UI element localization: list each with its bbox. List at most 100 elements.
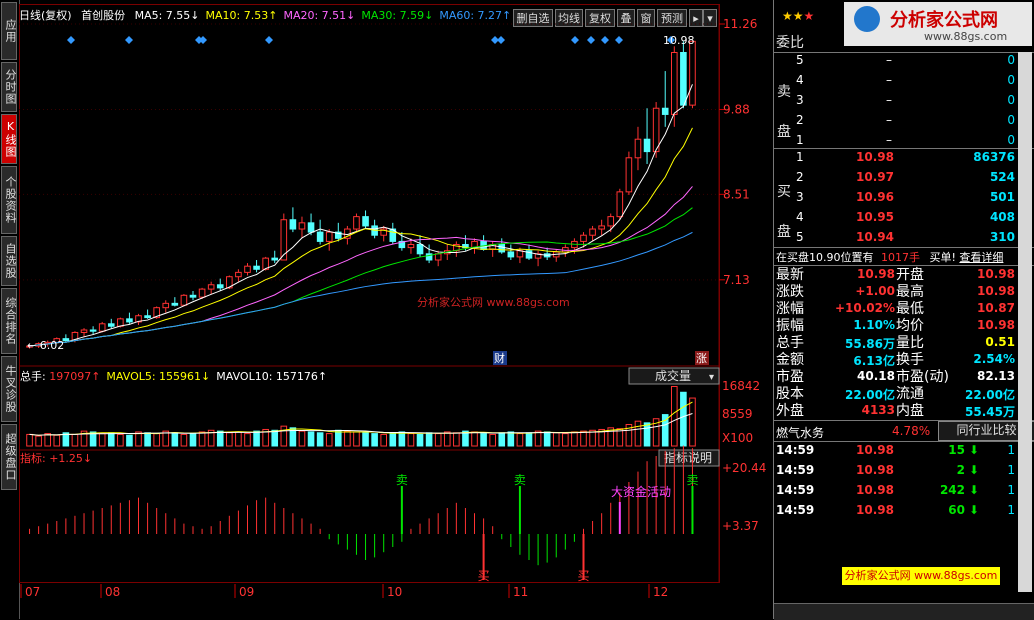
tick-count: 1 <box>1007 443 1015 457</box>
level-volume: 86376 <box>973 150 1015 164</box>
sell-level-row[interactable]: 5 – 0 <box>774 53 1034 73</box>
tab-4[interactable]: 个股资料 <box>1 166 17 234</box>
candle <box>453 241 460 257</box>
volume-bar <box>117 433 124 447</box>
tick-count: 1 <box>1007 503 1015 517</box>
volume-bar <box>670 385 678 447</box>
price-tick-label: 11.26 <box>723 17 757 31</box>
industry-row[interactable]: 燃气水务 4.78% <box>776 424 930 441</box>
stat-value: 22.00亿 <box>965 388 1015 402</box>
level-price: – <box>886 53 892 67</box>
tab-7[interactable]: 牛叉诊股 <box>1 356 17 422</box>
sell-level-row[interactable]: 3 – 0 <box>774 93 1034 113</box>
level-number: 4 <box>796 73 804 87</box>
stat-row: 股本 22.00亿 流通 22.00亿 <box>774 386 1034 403</box>
left-tab-bar: 应用分时图 K线图个股资料自选股综合排名牛叉诊股超级盘口 <box>0 0 20 619</box>
brand-url: www.88gs.com <box>924 30 1008 43</box>
volume-bar <box>98 433 106 447</box>
volume-bar <box>634 420 642 447</box>
svg-text:成交量: 成交量 <box>655 368 691 383</box>
volume-bar <box>198 431 206 447</box>
tick-volume: 60 <box>948 503 965 517</box>
signal-marker <box>67 36 75 44</box>
tick-time: 14:59 <box>776 483 815 497</box>
level-number: 3 <box>796 93 804 107</box>
stat-label: 振幅 <box>776 318 804 334</box>
volume-bar <box>316 432 324 447</box>
level-volume: 408 <box>989 210 1015 224</box>
volume-bar <box>235 431 242 447</box>
tab-2[interactable]: 分时图 <box>1 62 17 112</box>
level-volume: 0 <box>1007 113 1015 127</box>
brand-banner: 分析家公式网 www.88gs.com <box>842 567 1000 585</box>
price-tick-label: 9.88 <box>723 102 750 116</box>
volume-tick-label: 8559 <box>722 407 753 421</box>
volume-bar <box>398 431 406 447</box>
volume-bar <box>26 433 33 447</box>
tab-8[interactable]: 超级盘口 <box>1 424 17 490</box>
candle <box>670 46 678 127</box>
volume-bar <box>44 433 52 447</box>
candle <box>380 225 388 242</box>
volume-bar <box>153 433 160 447</box>
candle <box>507 244 515 260</box>
volume-bar <box>552 432 560 447</box>
buy-level-row[interactable]: 2 10.97 524 <box>774 170 1034 190</box>
candle <box>244 263 251 276</box>
buy-level-row[interactable]: 1 10.98 86376 <box>774 150 1034 170</box>
chart-svg[interactable]: 11.26 9.88 8.51 7.13 10.98 ← 6.02 分析家公式网 www.8… <box>19 4 773 608</box>
candle <box>135 313 142 326</box>
tab-1[interactable]: 应用 <box>1 2 17 60</box>
tick-row: 14:59 10.98 15 ⬇ 1 <box>774 443 1034 463</box>
level-price: – <box>886 113 892 127</box>
status-bar <box>774 603 1034 620</box>
stat-value: 10.98 <box>977 267 1015 281</box>
tick-count: 1 <box>1007 483 1015 497</box>
sell-signal-label: 卖 <box>686 473 698 487</box>
volume-header: 总手: 197097↑ MAVOL5: 155961↓ MAVOL10: 15717… <box>20 369 327 383</box>
level-volume: 524 <box>989 170 1015 184</box>
signal-marker <box>125 36 133 44</box>
tab-6[interactable]: 综合排名 <box>1 288 17 354</box>
volume-bar <box>244 433 251 447</box>
candle <box>289 207 297 233</box>
sell-level-row[interactable]: 4 – 0 <box>774 73 1034 93</box>
stat-label: 涨幅 <box>776 301 804 317</box>
vertical-scrollbar[interactable] <box>1018 52 1032 592</box>
volume-bar <box>516 433 524 447</box>
volume-bar <box>189 433 197 447</box>
date-tick-label: 12 <box>653 585 668 599</box>
buy-signal-label: 买 <box>577 569 589 583</box>
level-number: 4 <box>796 210 804 224</box>
volume-bar <box>525 432 533 447</box>
stat-row: 最新 10.98 开盘 10.98 <box>774 267 1034 284</box>
tick-time: 14:59 <box>776 503 815 517</box>
tab-3[interactable]: K线图 <box>1 114 17 164</box>
level-volume: 0 <box>1007 93 1015 107</box>
volume-bar <box>534 430 542 447</box>
stat-label: 量比 <box>896 335 924 351</box>
volume-bar <box>571 431 578 447</box>
tick-volume: 242 <box>939 483 965 497</box>
volume-bar <box>344 430 351 447</box>
sell-level-row[interactable]: 2 – 0 <box>774 113 1034 133</box>
buy-level-row[interactable]: 3 10.96 501 <box>774 190 1034 210</box>
candle <box>162 300 170 313</box>
stat-label: 最高 <box>896 284 924 300</box>
candle <box>271 250 279 264</box>
stat-row: 涨幅 +10.02% 最低 10.87 <box>774 301 1034 318</box>
stat-label: 股本 <box>776 386 804 402</box>
tick-price: 10.98 <box>856 463 894 477</box>
view-detail-link[interactable]: 查看详细 <box>959 251 1003 264</box>
candle <box>680 41 687 109</box>
volume-bar <box>107 432 115 447</box>
buy-level-row[interactable]: 4 10.95 408 <box>774 210 1034 230</box>
date-tick-label: 07 <box>25 585 40 599</box>
candle <box>89 326 97 335</box>
stat-row: 外盘 4133 内盘 55.45万 <box>774 403 1034 420</box>
volume-bar <box>543 431 551 447</box>
volume-bar <box>307 431 315 447</box>
stat-label: 外盘 <box>776 403 804 419</box>
volume-bar <box>443 431 451 447</box>
tab-5[interactable]: 自选股 <box>1 236 17 286</box>
